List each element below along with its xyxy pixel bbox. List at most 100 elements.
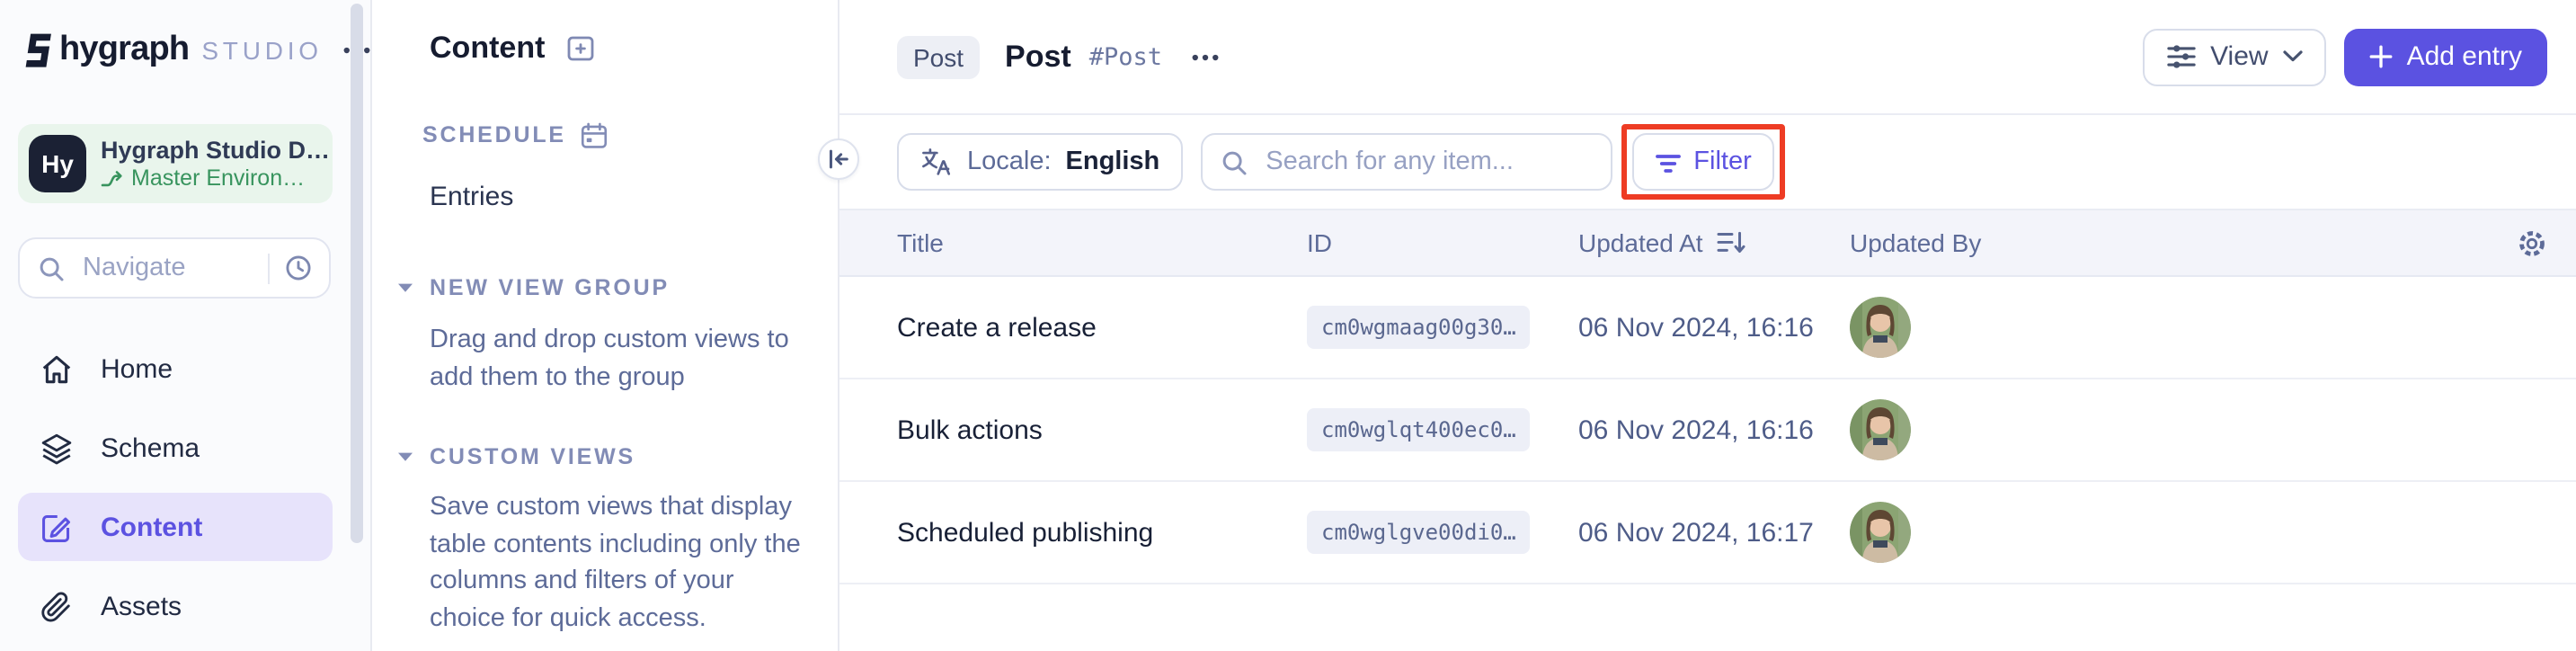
translate-icon — [920, 147, 953, 176]
brand-suffix: STUDIO — [201, 36, 323, 65]
table-row[interactable]: Bulk actions cm0wglqt400ec0… 06 Nov 2024… — [839, 379, 2576, 482]
entry-title: Scheduled publishing — [897, 517, 1307, 548]
app-window: hygraph STUDIO Hy Hygraph Studio D… M — [0, 0, 2576, 651]
entry-title: Bulk actions — [897, 415, 1307, 445]
view-group-label: CUSTOM VIEWS — [430, 444, 635, 469]
entry-id-chip[interactable]: cm0wgmaag00g30… — [1307, 306, 1531, 349]
list-toolbar: Locale: English Filt — [839, 115, 2576, 209]
sidebar-item-schema[interactable]: Schema — [18, 414, 333, 482]
sidebar-item-label: Content — [101, 512, 202, 542]
entries-view-item[interactable]: Entries — [430, 176, 838, 216]
model-more-button[interactable] — [1191, 39, 1218, 75]
edit-icon — [40, 510, 74, 544]
sidebar-scrollbar[interactable] — [351, 4, 363, 543]
locale-selector[interactable]: Locale: English — [897, 133, 1183, 191]
column-header-title[interactable]: Title — [897, 228, 1307, 257]
branch-icon — [101, 168, 124, 188]
filter-icon — [1656, 148, 1681, 175]
item-search — [1201, 133, 1612, 191]
view-group-header-custom[interactable]: CUSTOM VIEWS — [430, 437, 838, 477]
clock-icon — [284, 254, 313, 282]
entry-id-chip[interactable]: cm0wglqt400ec0… — [1307, 408, 1531, 451]
entry-updated-at: 06 Nov 2024, 16:17 — [1578, 517, 1850, 548]
sidebar-item-home[interactable]: Home — [18, 334, 333, 403]
schedule-label: SCHEDULE — [422, 122, 566, 147]
brand-name: hygraph — [59, 31, 189, 70]
environment-name: Master Environ… — [131, 165, 305, 192]
sidebar-nav: Home Schema Content — [0, 334, 370, 640]
project-selector[interactable]: Hy Hygraph Studio D… Master Environ… — [18, 124, 333, 203]
column-label: Updated At — [1578, 228, 1703, 257]
locale-value: English — [1066, 147, 1160, 176]
sliders-icon — [2165, 41, 2196, 72]
sidebar-item-content[interactable]: Content — [18, 493, 333, 561]
navigate-input[interactable] — [79, 252, 261, 284]
schedule-link[interactable]: SCHEDULE — [422, 115, 838, 155]
paperclip-icon — [40, 589, 74, 623]
gear-icon — [2517, 227, 2547, 258]
model-api-id: #Post — [1089, 42, 1162, 71]
model-tab[interactable]: Post — [897, 35, 980, 78]
ellipsis-icon — [1191, 53, 1218, 60]
avatar — [1850, 502, 1911, 563]
entry-updated-at: 06 Nov 2024, 16:16 — [1578, 415, 1850, 445]
main-sidebar: hygraph STUDIO Hy Hygraph Studio D… M — [0, 0, 372, 651]
sort-descending-icon — [1718, 230, 1746, 255]
add-entry-button[interactable]: Add entry — [2344, 28, 2547, 85]
table-row[interactable]: Create a release cm0wgmaag00g30… 06 Nov … — [839, 277, 2576, 379]
page-title: Post — [1005, 39, 1071, 75]
layers-icon — [40, 431, 74, 465]
panel-title: Content — [430, 31, 545, 67]
view-button-label: View — [2210, 41, 2269, 72]
item-search-input[interactable] — [1262, 146, 1593, 178]
view-button[interactable]: View — [2142, 28, 2326, 85]
home-icon — [40, 352, 74, 386]
column-header-updated-at[interactable]: Updated At — [1578, 228, 1850, 257]
table-row[interactable]: Scheduled publishing cm0wglgve00di0… 06 … — [839, 482, 2576, 584]
entry-updated-at: 06 Nov 2024, 16:16 — [1578, 312, 1850, 343]
calendar-icon — [581, 121, 608, 148]
create-view-button[interactable] — [566, 34, 595, 63]
caret-down-icon — [397, 451, 413, 462]
project-avatar: Hy — [29, 135, 86, 192]
search-icon — [38, 254, 65, 281]
collapse-panel-button[interactable] — [818, 138, 859, 180]
divider — [268, 253, 270, 283]
view-group-description: Drag and drop custom views to add them t… — [430, 322, 813, 396]
caret-down-icon — [397, 282, 413, 293]
entry-id-chip[interactable]: cm0wglgve00di0… — [1307, 511, 1531, 554]
project-name: Hygraph Studio D… — [101, 136, 330, 165]
view-group-label: NEW VIEW GROUP — [430, 275, 670, 300]
brand-row: hygraph STUDIO — [20, 29, 370, 72]
sidebar-item-assets[interactable]: Assets — [18, 572, 333, 640]
search-icon — [1221, 148, 1248, 175]
navigate-search — [18, 237, 331, 299]
sidebar-item-label: Schema — [101, 433, 200, 463]
table-header: Title ID Updated At Updated By — [839, 209, 2576, 277]
plus-icon — [2369, 45, 2393, 68]
avatar — [1850, 297, 1911, 358]
hygraph-logo-icon — [20, 30, 54, 71]
view-group-header-new[interactable]: NEW VIEW GROUP — [430, 268, 838, 308]
project-environment: Master Environ… — [101, 165, 330, 192]
collapse-left-icon — [827, 147, 850, 171]
entry-title: Create a release — [897, 312, 1307, 343]
add-entry-label: Add entry — [2407, 41, 2522, 72]
table-settings-button[interactable] — [2504, 227, 2547, 258]
sidebar-item-label: Home — [101, 353, 173, 384]
chevron-down-icon — [2283, 50, 2303, 63]
recent-items-button[interactable] — [284, 254, 313, 282]
content-views-panel: Content SCHEDULE Entries — [372, 0, 839, 651]
add-view-icon — [566, 34, 595, 63]
sidebar-item-label: Assets — [101, 591, 182, 621]
model-header: Post Post #Post View — [839, 0, 2576, 115]
filter-button[interactable]: Filter — [1632, 133, 1774, 191]
column-header-updated-by[interactable]: Updated By — [1850, 228, 2504, 257]
avatar — [1850, 399, 1911, 460]
column-header-id[interactable]: ID — [1307, 228, 1578, 257]
main-content: Post Post #Post View — [839, 0, 2576, 651]
filter-button-label: Filter — [1693, 147, 1751, 176]
filter-button-wrap: Filter — [1632, 133, 1774, 191]
locale-label: Locale: — [967, 147, 1052, 176]
view-group-description: Save custom views that display table con… — [430, 489, 813, 637]
